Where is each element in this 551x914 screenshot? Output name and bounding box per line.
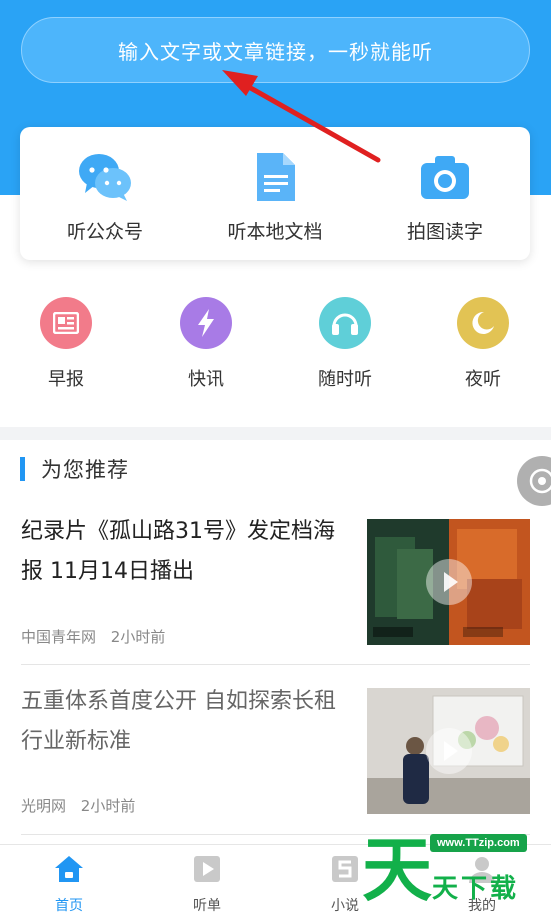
quick-morning-news-button[interactable]: 早报 [11,297,121,397]
play-icon [425,559,472,605]
listen-local-doc-label: 听本地文档 [227,221,323,243]
quick-listen-anytime-label: 随时听 [318,369,372,390]
tab-profile-label: 我的 [468,898,496,914]
quick-listen-anytime-button[interactable]: 随时听 [290,297,400,397]
listen-actions-card: 听公众号 听本地文档 拍图读字 [20,127,530,260]
recommend-feed: 为您推荐 纪录片《孤山路31号》发定档海报 11月14日播出 中国青年网 2小时… [0,440,551,844]
article-divider [21,664,530,665]
camera-icon [421,156,469,199]
search-input[interactable]: 输入文字或文章链接，一秒就能听 [21,17,530,83]
article-source: 中国青年网 [21,628,97,646]
photo-read-button[interactable]: 拍图读字 [360,127,530,260]
quick-flash-news-label: 快讯 [188,369,224,390]
lightning-icon [180,297,232,349]
tab-novel[interactable]: 小说 [276,845,414,914]
tab-playlist-label: 听单 [193,898,221,914]
search-placeholder: 输入文字或文章链接，一秒就能听 [118,39,433,64]
tab-playlist[interactable]: 听单 [138,845,276,914]
article-title: 五重体系首度公开 自如探索长租行业新标准 [21,689,336,754]
document-icon [257,153,295,201]
listen-wechat-button[interactable]: 听公众号 [20,127,190,260]
newspaper-icon [40,297,92,349]
novel-icon [332,856,358,882]
quick-flash-news-button[interactable]: 快讯 [151,297,261,397]
quick-night-listen-button[interactable]: 夜听 [428,297,538,397]
wechat-icon [79,154,131,201]
article-thumbnail[interactable] [367,688,530,814]
listen-wechat-label: 听公众号 [66,221,143,243]
headphones-icon [319,297,371,349]
section-title: 为您推荐 [41,458,129,482]
moon-icon [457,297,509,349]
tab-novel-label: 小说 [331,898,359,914]
article-divider [21,834,530,835]
article-title: 纪录片《孤山路31号》发定档海报 11月14日播出 [21,519,335,584]
article-item[interactable]: 纪录片《孤山路31号》发定档海报 11月14日播出 中国青年网 2小时前 [21,512,530,648]
tab-home[interactable]: 首页 [0,845,138,914]
article-time: 2小时前 [110,628,166,646]
article-meta: 光明网 2小时前 [21,795,145,816]
article-thumbnail[interactable] [367,519,530,645]
profile-icon [469,857,495,883]
quick-night-listen-label: 夜听 [465,369,501,390]
photo-read-label: 拍图读字 [406,221,483,243]
listen-local-doc-button[interactable]: 听本地文档 [190,127,360,260]
section-accent-bar [20,457,25,481]
article-item[interactable]: 五重体系首度公开 自如探索长租行业新标准 光明网 2小时前 [21,682,530,818]
quick-morning-news-label: 早报 [48,369,84,390]
tab-profile[interactable]: 我的 [413,845,551,914]
play-list-icon [194,856,220,882]
home-icon [55,856,83,882]
play-icon [425,728,472,774]
floating-shutter-button[interactable] [517,456,551,506]
tab-home-label: 首页 [55,898,83,914]
aperture-icon [529,468,551,494]
section-header: 为您推荐 [20,455,129,483]
article-meta: 中国青年网 2小时前 [21,626,175,647]
article-time: 2小时前 [80,797,136,815]
bottom-tab-bar: 首页 听单 小说 我的 [0,844,551,914]
article-source: 光明网 [21,797,67,815]
